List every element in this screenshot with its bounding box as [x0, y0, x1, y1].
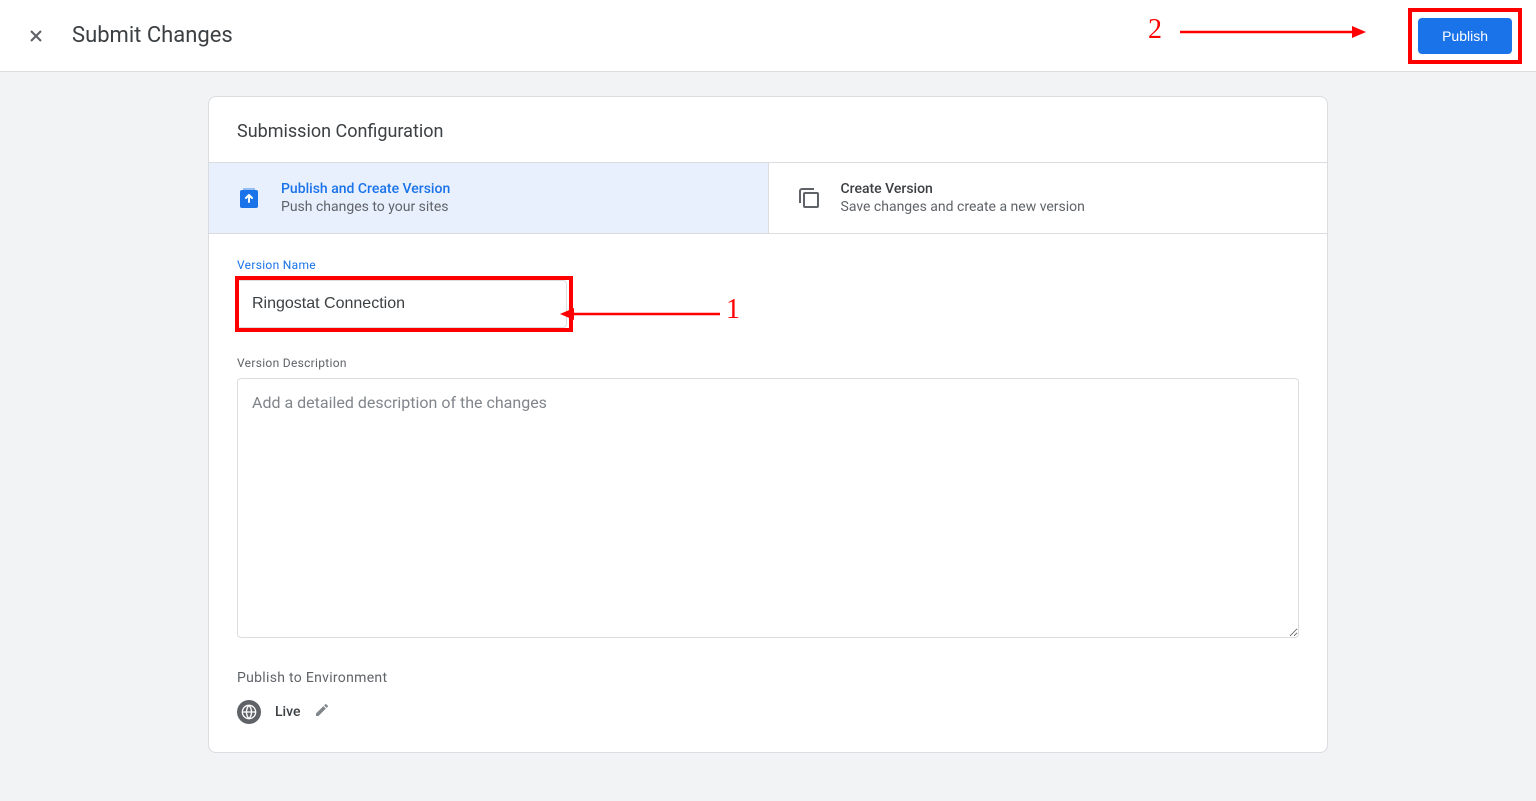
option-create-version[interactable]: Create Version Save changes and create a…: [768, 163, 1328, 233]
globe-icon: [237, 700, 261, 724]
option-publish-create-version[interactable]: Publish and Create Version Push changes …: [209, 163, 768, 233]
environment-name: Live: [275, 704, 300, 720]
close-button[interactable]: [24, 24, 48, 48]
close-icon: [26, 26, 46, 46]
publish-upload-icon: [237, 186, 261, 210]
option-title: Create Version: [841, 181, 1085, 197]
header-left: Submit Changes: [24, 23, 233, 48]
version-name-input[interactable]: [237, 280, 567, 328]
publish-env-label: Publish to Environment: [237, 670, 1299, 686]
card-title: Submission Configuration: [209, 97, 1327, 162]
submission-options: Publish and Create Version Push changes …: [209, 162, 1327, 234]
version-name-label: Version Name: [237, 258, 1299, 272]
create-version-icon: [797, 186, 821, 210]
version-desc-label: Version Description: [237, 356, 1299, 370]
option-text: Create Version Save changes and create a…: [841, 181, 1085, 215]
environment-row: Live: [237, 700, 1299, 724]
version-desc-textarea[interactable]: [237, 378, 1299, 638]
edit-environment-button[interactable]: [314, 702, 330, 722]
option-subtitle: Push changes to your sites: [281, 199, 450, 215]
option-text: Publish and Create Version Push changes …: [281, 181, 450, 215]
submission-card: Submission Configuration Publish and Cre…: [208, 96, 1328, 753]
form-body: Version Name Version Description Publish…: [209, 234, 1327, 752]
option-subtitle: Save changes and create a new version: [841, 199, 1085, 215]
content-area: Submission Configuration Publish and Cre…: [0, 72, 1536, 801]
page-title: Submit Changes: [72, 23, 233, 48]
publish-button[interactable]: Publish: [1418, 18, 1512, 54]
dialog-header: Submit Changes Publish: [0, 0, 1536, 72]
option-title: Publish and Create Version: [281, 181, 450, 197]
pencil-icon: [314, 702, 330, 718]
